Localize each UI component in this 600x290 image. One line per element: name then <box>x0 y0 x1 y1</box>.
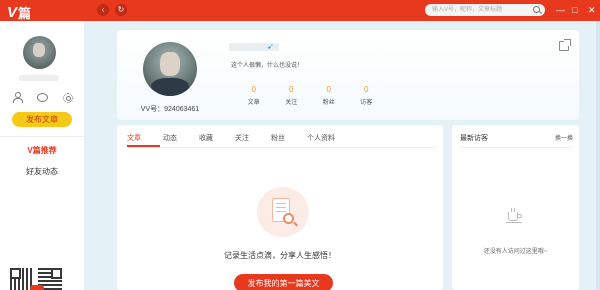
tabs-divider <box>127 147 437 148</box>
avatar[interactable] <box>23 36 56 69</box>
user-icon[interactable] <box>12 92 23 103</box>
stat-label: 文章 <box>247 100 260 106</box>
sidebar-item-recommend[interactable]: V篇推荐 <box>0 145 84 156</box>
magnifier-icon <box>283 213 294 224</box>
tab-following[interactable]: 关注 <box>235 133 249 143</box>
stat-value: 0 <box>251 85 256 94</box>
no-visitors-text: 还没有人访问过这里哦~ <box>483 249 548 255</box>
tab-fans[interactable]: 粉丝 <box>271 133 285 143</box>
minimize-icon[interactable]: — <box>556 3 565 17</box>
avatar-face <box>160 52 180 76</box>
refresh-icon: ↻ <box>117 5 125 14</box>
stat-value: 0 <box>289 85 294 94</box>
tab-favorites[interactable]: 收藏 <box>199 133 213 143</box>
stat-visitors[interactable]: 0 访客 <box>348 85 386 106</box>
message-icon[interactable] <box>37 92 48 102</box>
empty-articles-icon <box>257 187 309 237</box>
tab-articles[interactable]: 文章 <box>127 133 141 143</box>
stat-label: 粉丝 <box>322 100 335 106</box>
cup-body <box>508 212 518 221</box>
gear-icon[interactable] <box>62 92 73 103</box>
profile-stats: 0 文章 0 关注 0 粉丝 0 访客 <box>235 85 385 106</box>
stat-value: 0 <box>364 85 369 94</box>
empty-articles-text: 记录生活点滴，分享人生感悟！ <box>224 251 336 260</box>
logo-mark: V <box>7 4 18 21</box>
share-icon[interactable] <box>559 39 571 51</box>
profile-card: VV号：924063461 ➹ 这个人很懒，什么也没说！ 0 文章 0 关注 0… <box>117 30 579 120</box>
cup-handle <box>518 214 522 218</box>
visitors-divider <box>460 147 573 148</box>
stat-fans[interactable]: 0 粉丝 <box>310 85 348 106</box>
logo-text: 篇 <box>18 6 32 21</box>
refresh-visitors-link[interactable]: 换一换 <box>555 133 573 142</box>
search-input[interactable] <box>432 5 528 15</box>
cup-base <box>506 222 522 223</box>
stat-value: 0 <box>326 85 331 94</box>
close-icon[interactable]: ✕ <box>588 3 596 17</box>
sidebar-icon-row <box>12 92 73 103</box>
stat-label: 关注 <box>285 100 298 106</box>
publish-article-button[interactable]: 发布文章 <box>12 112 72 127</box>
profile-signature: 这个人很懒，什么也没说！ <box>231 63 304 69</box>
articles-panel: 文章 动态 收藏 关注 粉丝 个人资料 记录生活点滴，分享人生感悟！ 发布我的第… <box>117 125 443 290</box>
user-vid: VV号：924063461 <box>140 106 200 113</box>
refresh-button[interactable]: ↻ <box>115 4 127 16</box>
coffee-cup-icon <box>506 208 522 223</box>
app-logo[interactable]: V 篇 <box>7 3 31 22</box>
visitors-panel: 最新访客 换一换 还没有人访问过这里哦~ <box>452 125 579 290</box>
sidebar-item-friends-feed[interactable]: 好友动态 <box>0 166 84 177</box>
maximize-icon[interactable]: □ <box>572 3 577 17</box>
search-box <box>425 4 545 16</box>
stat-articles[interactable]: 0 文章 <box>235 85 273 106</box>
profile-avatar[interactable] <box>143 42 197 96</box>
scrollbar[interactable] <box>596 21 600 290</box>
publish-first-article-button[interactable]: 发布我的第一篇美文 <box>234 274 333 290</box>
stat-following[interactable]: 0 关注 <box>273 85 311 106</box>
chevron-left-icon: ‹ <box>101 5 105 14</box>
tab-profile-info[interactable]: 个人资料 <box>307 133 335 143</box>
avatar-face <box>33 43 45 57</box>
user-name-redacted <box>19 75 59 81</box>
qr-badge <box>30 285 44 290</box>
stat-label: 访客 <box>360 100 373 106</box>
verified-icon: ➹ <box>267 42 274 51</box>
avatar-shirt <box>151 78 189 96</box>
sidebar: 发布文章 V篇推荐 好友动态 <box>0 21 84 290</box>
tab-activity[interactable]: 动态 <box>163 133 177 143</box>
sidebar-divider <box>0 136 84 137</box>
visitors-title: 最新访客 <box>460 135 488 142</box>
search-icon[interactable] <box>533 6 540 13</box>
profile-tabs: 文章 动态 收藏 关注 粉丝 个人资料 <box>127 133 357 143</box>
back-button[interactable]: ‹ <box>97 4 109 16</box>
top-bar: V 篇 ‹ ↻ — □ ✕ <box>0 0 600 21</box>
